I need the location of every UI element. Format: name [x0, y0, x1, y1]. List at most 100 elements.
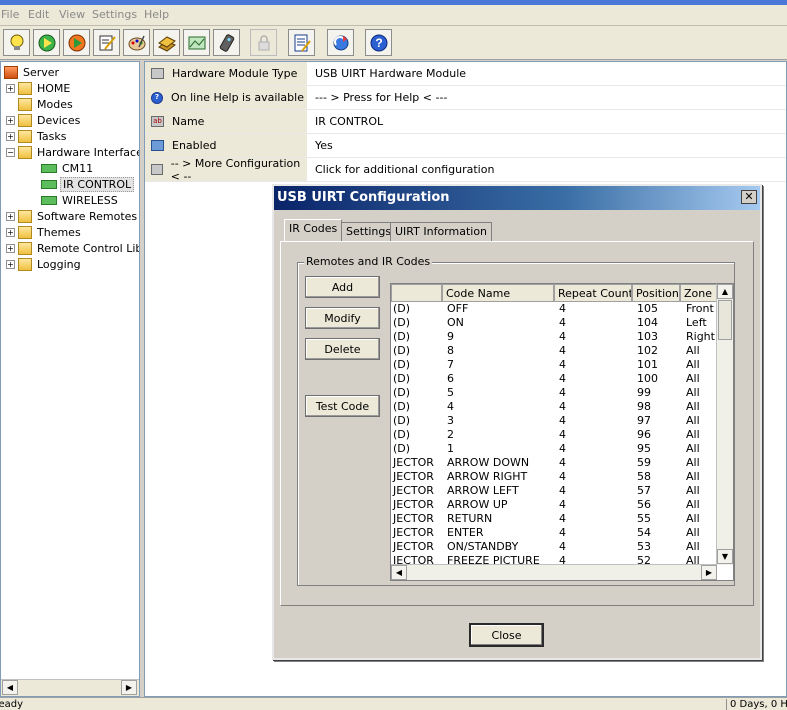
tree-item-themes[interactable]: + Themes — [6, 224, 83, 240]
table-cell[interactable]: JECTOR — [392, 470, 442, 484]
table-cell[interactable]: ENTER — [446, 526, 554, 540]
tree-item-remote-control-library[interactable]: + Remote Control Libr — [6, 240, 139, 256]
expand-icon[interactable]: + — [6, 83, 15, 93]
close-button[interactable]: Close — [469, 623, 544, 647]
table-cell[interactable]: (D) — [392, 414, 442, 428]
table-cell[interactable]: (D) — [392, 386, 442, 400]
table-cell[interactable]: 4 — [558, 540, 632, 554]
help-icon[interactable]: ? — [365, 29, 392, 56]
tab-ir-codes[interactable]: IR Codes — [284, 219, 343, 242]
table-cell[interactable]: (D) — [392, 400, 442, 414]
table-cell[interactable]: 103 — [636, 330, 680, 344]
table-cell[interactable]: 4 — [446, 400, 554, 414]
table-cell[interactable]: JECTOR — [392, 540, 442, 554]
table-cell[interactable]: OFF — [446, 302, 554, 316]
scroll-up-icon[interactable]: ▲ — [717, 284, 733, 299]
table-cell[interactable]: 4 — [558, 442, 632, 456]
table-cell[interactable]: 54 — [636, 526, 680, 540]
table-cell[interactable]: (D) — [392, 428, 442, 442]
expand-icon[interactable]: + — [6, 115, 15, 125]
table-cell[interactable]: ON — [446, 316, 554, 330]
picture-icon[interactable] — [183, 29, 210, 56]
close-icon[interactable]: ✕ — [741, 190, 757, 204]
table-cell[interactable]: ARROW LEFT — [446, 484, 554, 498]
table-cell[interactable]: 95 — [636, 442, 680, 456]
scroll-thumb[interactable] — [718, 300, 732, 340]
tree-item-tasks[interactable]: + Tasks — [6, 128, 68, 144]
table-cell[interactable]: ARROW UP — [446, 498, 554, 512]
table-cell[interactable]: (D) — [392, 330, 442, 344]
table-cell[interactable]: 9 — [446, 330, 554, 344]
menu-file[interactable]: File — [1, 8, 19, 21]
table-cell[interactable]: 4 — [558, 330, 632, 344]
table-cell[interactable]: 3 — [446, 414, 554, 428]
expand-icon[interactable]: + — [6, 227, 15, 237]
menu-settings[interactable]: Settings — [92, 8, 137, 21]
property-row[interactable]: Hardware Module Type USB UIRT Hardware M… — [145, 62, 786, 86]
table-cell[interactable]: 57 — [636, 484, 680, 498]
table-cell[interactable]: ARROW RIGHT — [446, 470, 554, 484]
tree-horizontal-scrollbar[interactable]: ◀ ▶ — [1, 679, 139, 696]
tree-item-logging[interactable]: + Logging — [6, 256, 83, 272]
table-cell[interactable]: ON/STANDBY — [446, 540, 554, 554]
table-cell[interactable]: RETURN — [446, 512, 554, 526]
table-cell[interactable]: 4 — [558, 456, 632, 470]
table-vertical-scrollbar[interactable]: ▲ ▼ — [716, 284, 733, 565]
collapse-icon[interactable]: − — [6, 147, 15, 157]
table-cell[interactable]: 55 — [636, 512, 680, 526]
list-icon[interactable] — [288, 29, 315, 56]
table-cell[interactable]: JECTOR — [392, 498, 442, 512]
table-cell[interactable]: (D) — [392, 358, 442, 372]
expand-icon[interactable]: + — [6, 131, 15, 141]
table-cell[interactable]: 2 — [446, 428, 554, 442]
table-cell[interactable]: 97 — [636, 414, 680, 428]
table-cell[interactable]: (D) — [392, 344, 442, 358]
edit-icon[interactable] — [93, 29, 120, 56]
scroll-right-icon[interactable]: ▶ — [121, 680, 137, 695]
property-value[interactable]: IR CONTROL — [315, 115, 383, 128]
table-cell[interactable]: 100 — [636, 372, 680, 386]
column-header[interactable]: Zone — [680, 284, 720, 302]
table-cell[interactable]: (D) — [392, 442, 442, 456]
table-cell[interactable]: 4 — [558, 386, 632, 400]
table-cell[interactable]: ARROW DOWN — [446, 456, 554, 470]
scroll-left-icon[interactable]: ◀ — [391, 565, 407, 580]
table-cell[interactable]: 4 — [558, 400, 632, 414]
column-header[interactable]: Position — [632, 284, 680, 302]
scroll-right-icon[interactable]: ▶ — [701, 565, 717, 580]
table-cell[interactable]: 56 — [636, 498, 680, 512]
menu-edit[interactable]: Edit — [28, 8, 49, 21]
table-cell[interactable]: 53 — [636, 540, 680, 554]
test-code-button[interactable]: Test Code — [305, 395, 380, 417]
table-cell[interactable]: 99 — [636, 386, 680, 400]
menu-help[interactable]: Help — [144, 8, 169, 21]
table-cell[interactable]: 4 — [558, 526, 632, 540]
tab-uirt-information[interactable]: UIRT Information — [390, 222, 493, 242]
bulb-icon[interactable] — [3, 29, 30, 56]
table-cell[interactable]: 59 — [636, 456, 680, 470]
book-icon[interactable] — [153, 29, 180, 56]
table-cell[interactable]: 4 — [558, 414, 632, 428]
table-cell[interactable]: 4 — [558, 344, 632, 358]
table-cell[interactable]: 58 — [636, 470, 680, 484]
tree-item-devices[interactable]: + Devices — [6, 112, 82, 128]
column-header[interactable] — [391, 284, 442, 302]
column-header[interactable]: Code Name — [442, 284, 554, 302]
property-row[interactable]: Enabled Yes — [145, 134, 786, 158]
play-green-icon[interactable] — [33, 29, 60, 56]
menu-view[interactable]: View — [59, 8, 85, 21]
table-cell[interactable]: 104 — [636, 316, 680, 330]
table-cell[interactable]: 4 — [558, 484, 632, 498]
table-cell[interactable]: 8 — [446, 344, 554, 358]
tree-item-cm11[interactable]: CM11 — [41, 160, 95, 176]
table-cell[interactable]: 96 — [636, 428, 680, 442]
tree-item-hardware-interface[interactable]: − Hardware Interface — [6, 144, 139, 160]
tree-item-ir-control[interactable]: IR CONTROL — [41, 176, 135, 192]
table-cell[interactable]: 102 — [636, 344, 680, 358]
table-cell[interactable]: 4 — [558, 512, 632, 526]
property-row[interactable]: ab Name IR CONTROL — [145, 110, 786, 134]
expand-icon[interactable]: + — [6, 259, 15, 269]
property-value[interactable]: Yes — [315, 139, 333, 152]
scroll-down-icon[interactable]: ▼ — [717, 549, 733, 564]
column-header[interactable]: Repeat Count — [554, 284, 632, 302]
